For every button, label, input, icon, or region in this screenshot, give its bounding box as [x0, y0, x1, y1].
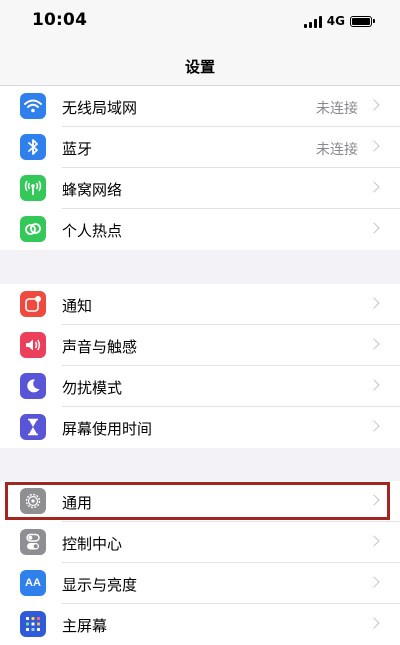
- text-size-label: AA: [25, 577, 41, 589]
- hourglass-icon: [20, 414, 46, 440]
- settings-group-connectivity: 无线局域网 未连接 蓝牙 未连接 蜂窝网络 个人热点: [0, 86, 400, 250]
- settings-group-notifications: 通知 声音与触感 勿扰模式 屏幕使用时间: [0, 284, 400, 448]
- signal-strength-icon: [303, 15, 322, 28]
- settings-row-do-not-disturb[interactable]: 勿扰模式: [0, 366, 400, 407]
- settings-row-home-screen[interactable]: 主屏幕: [0, 604, 400, 645]
- status-time: 10:04: [32, 10, 88, 30]
- chevron-right-icon: [368, 576, 380, 588]
- settings-row-label: 通知: [62, 297, 93, 315]
- chevron-right-icon: [368, 222, 380, 234]
- settings-row-label: 显示与亮度: [62, 576, 138, 594]
- settings-row-label: 蜂窝网络: [62, 181, 123, 199]
- chevron-right-icon: [368, 140, 380, 152]
- notification-icon: [20, 291, 46, 317]
- network-type: 4G: [326, 14, 345, 28]
- wifi-icon: [20, 93, 46, 119]
- home-screen-grid-icon: [20, 611, 46, 637]
- chevron-right-icon: [368, 535, 380, 547]
- speaker-icon: [20, 332, 46, 358]
- settings-row-control-center[interactable]: 控制中心: [0, 522, 400, 563]
- highlight-frame: [5, 482, 390, 520]
- navigation-bar: 设置: [0, 46, 400, 86]
- cellular-antenna-icon: [20, 175, 46, 201]
- chevron-right-icon: [368, 420, 380, 432]
- settings-row-label: 控制中心: [62, 535, 123, 553]
- settings-row-label: 屏幕使用时间: [62, 420, 153, 438]
- settings-row-bluetooth[interactable]: 蓝牙 未连接: [0, 127, 400, 168]
- hotspot-link-icon: [20, 216, 46, 242]
- toggles-icon: [20, 529, 46, 555]
- chevron-right-icon: [368, 617, 380, 629]
- chevron-right-icon: [368, 379, 380, 391]
- settings-row-wifi[interactable]: 无线局域网 未连接: [0, 86, 400, 127]
- settings-row-label: 蓝牙: [62, 140, 93, 158]
- chevron-right-icon: [368, 338, 380, 350]
- settings-row-label: 声音与触感: [62, 338, 138, 356]
- battery-icon: [350, 15, 375, 27]
- settings-row-label: 勿扰模式: [62, 379, 123, 397]
- settings-row-hotspot[interactable]: 个人热点: [0, 209, 400, 250]
- status-indicators: 4G: [303, 12, 375, 30]
- page-title: 设置: [184, 58, 215, 76]
- settings-row-sounds[interactable]: 声音与触感: [0, 325, 400, 366]
- status-bar: 10:04 4G: [0, 0, 400, 46]
- chevron-right-icon: [368, 181, 380, 193]
- chevron-right-icon: [368, 99, 380, 111]
- settings-row-display[interactable]: AA 显示与亮度: [0, 563, 400, 604]
- settings-row-notifications[interactable]: 通知: [0, 284, 400, 325]
- settings-row-label: 无线局域网: [62, 99, 138, 117]
- moon-icon: [20, 373, 46, 399]
- text-size-icon: AA: [20, 570, 46, 596]
- settings-row-cellular[interactable]: 蜂窝网络: [0, 168, 400, 209]
- settings-row-screen-time[interactable]: 屏幕使用时间: [0, 407, 400, 448]
- settings-row-label: 主屏幕: [62, 617, 108, 635]
- chevron-right-icon: [368, 297, 380, 309]
- settings-row-value: 未连接: [316, 142, 358, 158]
- settings-row-label: 个人热点: [62, 222, 123, 240]
- settings-row-value: 未连接: [316, 101, 358, 117]
- bluetooth-icon: [20, 134, 46, 160]
